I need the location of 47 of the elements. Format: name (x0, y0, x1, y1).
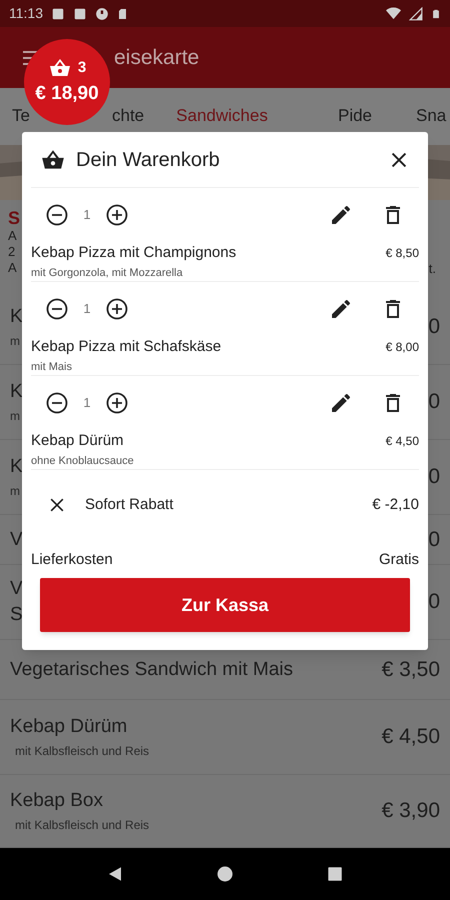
menu-item-price: 0 (428, 314, 440, 340)
menu-item-name: Vegetarisches Sandwich mit Mais (10, 658, 294, 682)
dialog-title: Dein Warenkorb (76, 148, 221, 172)
menu-item-price: € 4,50 (382, 724, 440, 750)
cart-item-options: mit Mais (31, 358, 419, 375)
menu-item-description: m (10, 333, 21, 350)
menu-item-name: V (10, 528, 23, 552)
cart-item-options: mit Gorgonzola, mit Mozzarella (31, 264, 419, 281)
description-text: A (8, 228, 17, 244)
menu-item-name: K (10, 380, 23, 404)
quantity-value: 1 (82, 300, 92, 318)
quantity-value: 1 (82, 394, 92, 412)
delivery-label: Lieferkosten (31, 550, 113, 570)
menu-item-price: 0 (428, 526, 440, 553)
delivery-value: Gratis (378, 550, 419, 570)
cart-count: 3 (78, 58, 86, 78)
menu-item-description: mit Kalbsfleisch und Reis (14, 817, 150, 834)
cart-item-name: Kebap Dürüm (31, 431, 124, 451)
menu-item-description: m (10, 408, 21, 425)
cart-total: € 18,90 (35, 82, 99, 106)
menu-item-name: Kebap Dürüm (10, 715, 128, 739)
cart-item-name: Kebap Pizza mit Champignons (31, 243, 236, 263)
menu-item-price: 0 (428, 389, 440, 416)
cart-item-price: € 8,50 (386, 245, 419, 262)
cart-item-price: € 8,00 (386, 339, 419, 356)
menu-item-price: € 3,90 (382, 798, 440, 824)
menu-item-name: K (10, 455, 23, 479)
app-title: eisekarte (114, 44, 200, 71)
menu-item-name: Kebap Box (10, 789, 104, 813)
menu-item-name: K (10, 305, 23, 329)
description-text: A (8, 260, 17, 276)
menu-item-description: m (10, 483, 21, 500)
description-text: 2 (8, 244, 16, 260)
menu-item-description: mit Kalbsfleisch und Reis (14, 743, 150, 760)
menu-item-price: 0 (428, 589, 440, 616)
section-title: S (8, 208, 20, 228)
cart-item-options: ohne Knoblaucsauce (31, 452, 419, 469)
menu-item-price: € 3,50 (382, 656, 440, 683)
cart-item-name: Kebap Pizza mit Schafskäse (31, 337, 222, 357)
menu-item-price: 0 (428, 464, 440, 490)
discount-amount: € -2,10 (372, 494, 419, 515)
discount-label: Sofort Rabatt (85, 494, 174, 515)
status-time: 11:13 (9, 4, 43, 23)
menu-item-name: V S (10, 577, 23, 627)
description-text: t. (428, 260, 436, 278)
quantity-value: 1 (82, 206, 92, 224)
cart-item-price: € 4,50 (386, 433, 419, 450)
